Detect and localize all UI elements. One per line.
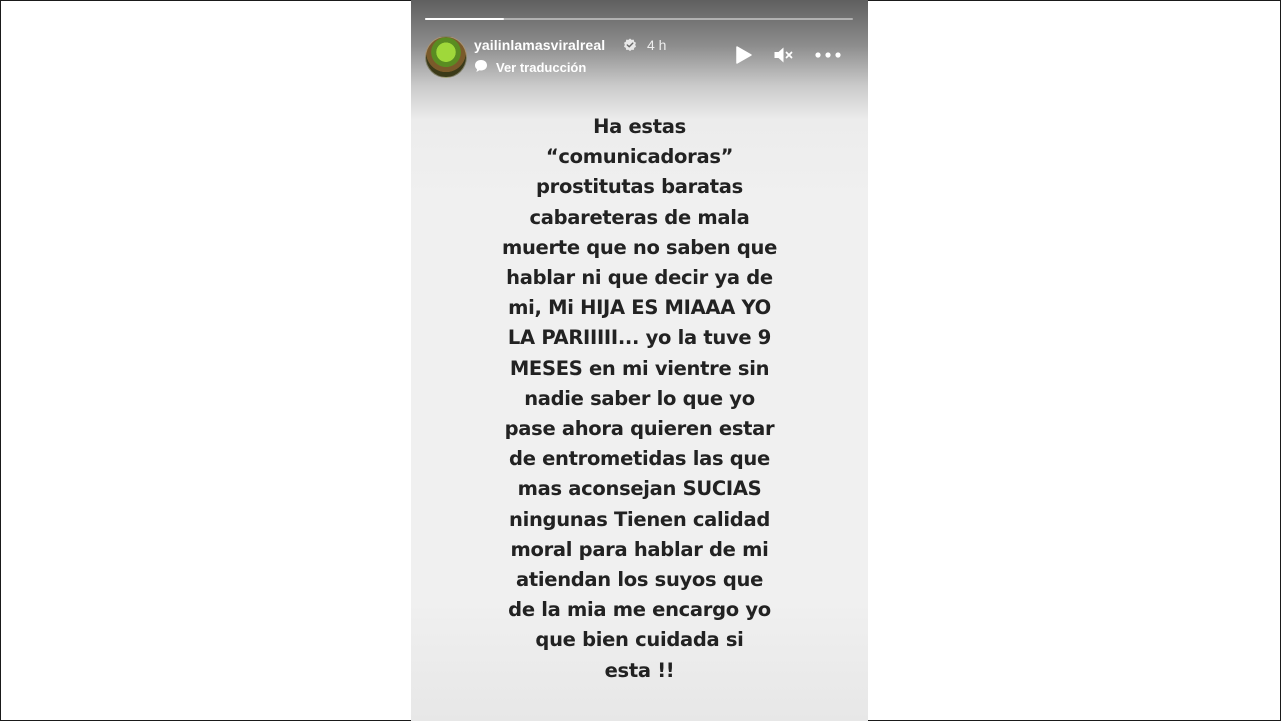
story-text-line: hablar ni que decir ya de	[506, 266, 773, 290]
story-text-line: atiendan los suyos que	[516, 568, 763, 592]
story-text-line: pase ahora quieren estar	[504, 417, 775, 441]
translate-icon	[475, 60, 487, 72]
story-text-line: de la mia me encargo yo	[508, 598, 771, 622]
play-icon[interactable]	[732, 44, 754, 66]
story-progress-fill	[425, 18, 505, 20]
story-timestamp: 4 h	[647, 37, 667, 53]
story-text-line: prostitutas baratas	[536, 175, 743, 199]
verified-badge-icon	[624, 38, 636, 52]
story-text-body: Ha estas “comunicadoras” prostitutas barat…	[471, 112, 808, 686]
story-text-line: ningunas Tienen calidad	[509, 507, 770, 531]
story-text-line: cabareteras de mala	[529, 205, 750, 229]
story-text-line: mi, Mi HIJA ES MIAAA YO	[508, 296, 771, 320]
story-text-line: LA PARIIIII... yo la tuve 9	[507, 326, 772, 350]
username[interactable]: yailinlamasviralreal	[474, 37, 605, 53]
story-text-line: moral para hablar de mi	[510, 537, 769, 561]
see-translation-link[interactable]: Ver traducción	[496, 60, 586, 75]
speaker-muted-icon[interactable]	[772, 44, 794, 66]
story-text-line: MESES en mi vientre sin	[509, 356, 770, 380]
story-text-line: que bien cuidada si	[535, 628, 744, 652]
avatar[interactable]	[425, 36, 467, 78]
story-viewer[interactable]: yailinlamasviralreal 4 h Ver traducción …	[411, 0, 868, 721]
story-progress-bar	[425, 18, 853, 20]
story-text-line: Ha estas	[593, 115, 686, 138]
story-text-line: nadie saber lo que yo	[524, 386, 755, 410]
story-text-line: esta !!	[604, 658, 675, 682]
story-text-line: “comunicadoras”	[545, 145, 734, 169]
story-text-line: muerte que no saben que	[501, 235, 778, 259]
story-text-line: de entrometidas las que	[509, 447, 770, 471]
more-options-icon[interactable]	[814, 44, 842, 66]
story-text-line: mas aconsejan SUCIAS	[517, 477, 762, 501]
